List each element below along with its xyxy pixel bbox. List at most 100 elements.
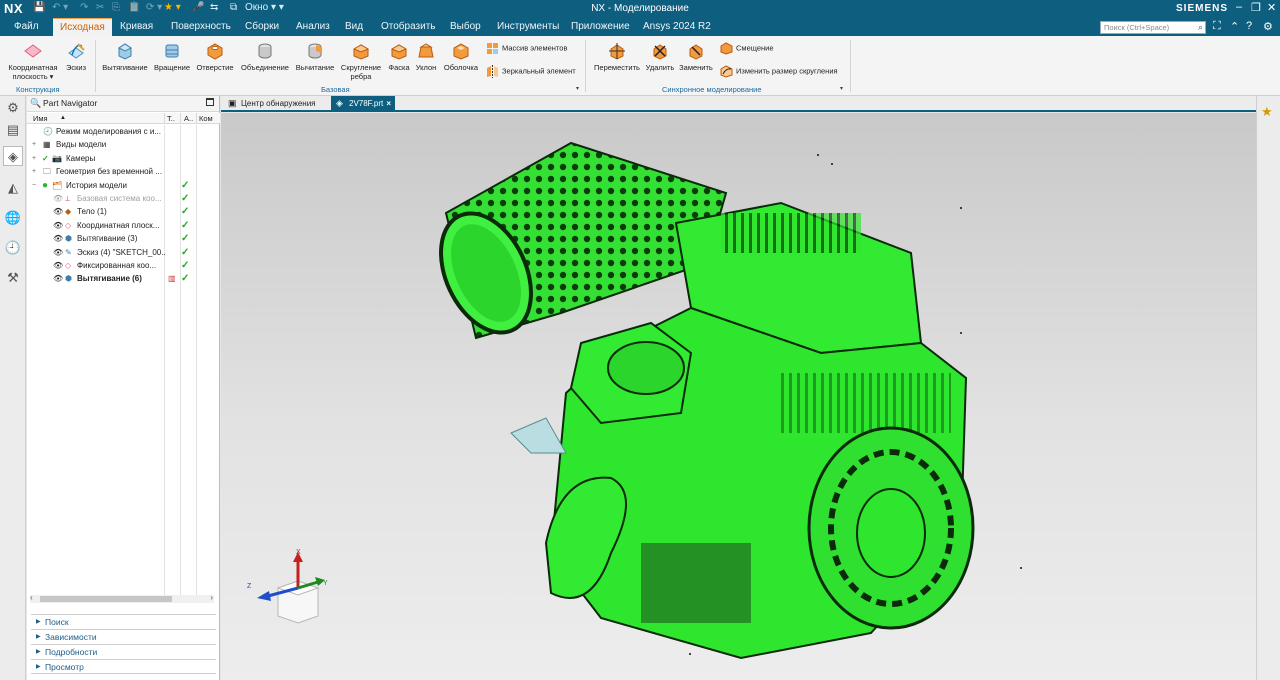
fullscreen-icon[interactable]: ⛶ — [1213, 20, 1221, 33]
menu-surface[interactable]: Поверхность — [171, 21, 231, 32]
eye-icon[interactable]: 👁 — [53, 246, 63, 259]
command-search-input[interactable]: Поиск (Ctrl+Space) ⌕ — [1100, 21, 1206, 34]
expand-icon[interactable]: + — [32, 165, 36, 178]
datum-plane-button[interactable]: Координатная плоскость ▾ — [4, 41, 62, 81]
horizontal-scrollbar[interactable]: ‹ › — [30, 593, 214, 603]
resource-settings-icon[interactable]: ⚙ — [3, 98, 23, 118]
resource-bar: ⚙ ▤ ◈ ◭ 🌐 🕘 ⚒ — [0, 96, 26, 680]
active-check-icon: ✓ — [181, 219, 190, 231]
replace-face-button[interactable]: Заменить — [677, 41, 715, 72]
pattern-feature-button[interactable]: Массив элементов — [486, 42, 567, 55]
graphics-window[interactable]: X Z Y — [221, 113, 1256, 680]
minimize-button[interactable]: – — [1236, 1, 1242, 13]
restore-button[interactable]: ❐ — [1251, 1, 1261, 14]
draft-button[interactable]: Уклон — [413, 41, 439, 72]
tree-row-datum-plane[interactable]: 👁 ◇ Координатная плоск... ✓ — [27, 219, 220, 232]
menu-analysis[interactable]: Анализ — [296, 21, 330, 32]
close-button[interactable]: ✕ — [1267, 1, 1276, 14]
datum-plane-icon — [24, 44, 42, 58]
close-tab-icon[interactable]: × — [386, 96, 391, 111]
revolve-button[interactable]: Вращение — [151, 41, 193, 72]
tree-row-model-history[interactable]: − ● 🗂 История модели ✓ — [27, 179, 220, 192]
scroll-left-icon[interactable]: ‹ — [30, 593, 33, 602]
assembly-navigator-icon[interactable]: ▤ — [3, 120, 23, 140]
menu-ansys[interactable]: Ansys 2024 R2 — [643, 21, 711, 32]
tree-row-body[interactable]: 👁 ◆ Тело (1) ✓ — [27, 205, 220, 218]
sketch-button[interactable]: Эскиз — [62, 41, 90, 72]
tree-row-model-views[interactable]: + ▦ Виды модели — [27, 138, 220, 151]
process-studio-icon[interactable]: ⚒ — [3, 268, 23, 288]
menu-tools[interactable]: Инструменты — [497, 21, 559, 32]
tree-row-extrude-6[interactable]: 👁 ⬢ Вытягивание (6) ▥ ✓ — [27, 272, 220, 285]
offset-region-button[interactable]: Смещение — [720, 42, 774, 55]
panel-details[interactable]: ▶ Подробности — [31, 644, 216, 659]
active-check-icon: ✓ — [181, 206, 190, 218]
hidden-eye-icon[interactable]: 👁 — [53, 192, 63, 205]
sync-group-more-icon[interactable]: ▾ — [840, 85, 843, 92]
expand-arrow-icon: ▶ — [36, 664, 41, 670]
constraint-navigator-icon[interactable]: ◭ — [3, 178, 23, 198]
panel-search[interactable]: ▶ Поиск — [31, 614, 216, 629]
search-placeholder: Поиск (Ctrl+Space) — [1104, 23, 1170, 32]
column-name[interactable]: Имя — [33, 114, 48, 123]
menu-application[interactable]: Приложение — [571, 21, 630, 32]
tree-row-extrude-3[interactable]: 👁 ⬢ Вытягивание (3) ✓ — [27, 232, 220, 245]
panel-preview[interactable]: ▶ Просмотр — [31, 659, 216, 674]
collapse-icon[interactable]: − — [32, 179, 36, 192]
maximize-icon[interactable] — [206, 98, 214, 106]
sort-ascending-icon[interactable]: ▲ — [60, 115, 66, 121]
tree-row-datum-csys[interactable]: 👁 ⟂ Базовая система коо... ✓ — [27, 192, 220, 205]
help-icon[interactable]: ? — [1246, 20, 1252, 32]
eye-icon[interactable]: 👁 — [53, 259, 63, 272]
delete-face-button[interactable]: Удалить — [644, 41, 676, 72]
scroll-right-icon[interactable]: › — [210, 593, 213, 602]
tab-discovery-center[interactable]: ▣ Центр обнаружения — [223, 96, 331, 112]
scrollbar-thumb[interactable] — [40, 596, 172, 602]
chamfer-button[interactable]: Фаска — [386, 41, 412, 72]
unite-button[interactable]: Объединение — [238, 41, 292, 72]
edge-blend-button[interactable]: Скругление ребра — [338, 41, 384, 81]
tab-part-file[interactable]: ◈ 2V78F.prt × — [331, 96, 395, 112]
tree-row-modeling-mode[interactable]: 🕘 Режим моделирования с и... — [27, 125, 220, 138]
part-navigator-icon[interactable]: ◈ — [3, 146, 23, 166]
eye-icon[interactable]: 👁 — [53, 205, 63, 218]
eye-icon[interactable]: 👁 — [53, 219, 63, 232]
datum-plane-preview[interactable] — [510, 417, 567, 454]
history-icon[interactable]: 🕘 — [3, 238, 23, 258]
tree-row-fixed-datum[interactable]: 👁 ◇ Фиксированная коо... ✓ — [27, 259, 220, 272]
hole-button[interactable]: Отверстие — [194, 41, 236, 72]
extrude-button[interactable]: Вытягивание — [100, 41, 150, 72]
tree-row-cameras[interactable]: + ✓ 📷 Камеры — [27, 152, 220, 165]
menu-curve[interactable]: Кривая — [120, 21, 153, 32]
menu-display[interactable]: Отобразить — [381, 21, 436, 32]
expand-icon[interactable]: + — [32, 138, 36, 151]
roles-icon[interactable]: ★ — [1261, 104, 1273, 120]
tree-row-unused-geometry[interactable]: + 🗀 Геометрия без временной ... — [27, 165, 220, 178]
panel-dependencies[interactable]: ▶ Зависимости — [31, 629, 216, 644]
shell-button[interactable]: Оболочка — [441, 41, 481, 72]
settings-icon[interactable]: ⚙ — [1263, 20, 1273, 33]
move-face-button[interactable]: Переместить — [592, 41, 642, 72]
menu-assemblies[interactable]: Сборки — [245, 21, 279, 32]
column-active[interactable]: А.. — [184, 114, 193, 123]
menu-home[interactable]: Исходная — [53, 18, 112, 36]
eye-icon[interactable]: 👁 — [53, 232, 63, 245]
expand-icon[interactable]: + — [32, 152, 36, 165]
search-icon[interactable]: ⌕ — [1198, 22, 1203, 33]
collapse-ribbon-icon[interactable]: ⌃ — [1230, 20, 1239, 33]
menu-file[interactable]: Файл — [14, 21, 39, 32]
menu-view[interactable]: Вид — [345, 21, 363, 32]
view-triad[interactable]: X Z Y — [243, 548, 333, 628]
column-comment[interactable]: Ком — [199, 114, 213, 123]
tree-row-sketch[interactable]: 👁 ✎ Эскиз (4) "SKETCH_00... ✓ — [27, 246, 220, 259]
eye-icon[interactable]: 👁 — [53, 272, 63, 285]
menu-selection[interactable]: Выбор — [450, 21, 481, 32]
model-render[interactable] — [221, 113, 1256, 680]
tree-row-label: Тело (1) — [77, 207, 107, 217]
resize-blend-button[interactable]: Изменить размер скругления — [720, 65, 838, 78]
mirror-feature-button[interactable]: Зеркальный элемент — [486, 65, 576, 78]
column-timestamp[interactable]: Т.. — [167, 114, 175, 123]
web-browser-icon[interactable]: 🌐 — [3, 208, 23, 228]
subtract-button[interactable]: Вычитание — [293, 41, 337, 72]
base-group-more-icon[interactable]: ▾ — [576, 85, 579, 92]
